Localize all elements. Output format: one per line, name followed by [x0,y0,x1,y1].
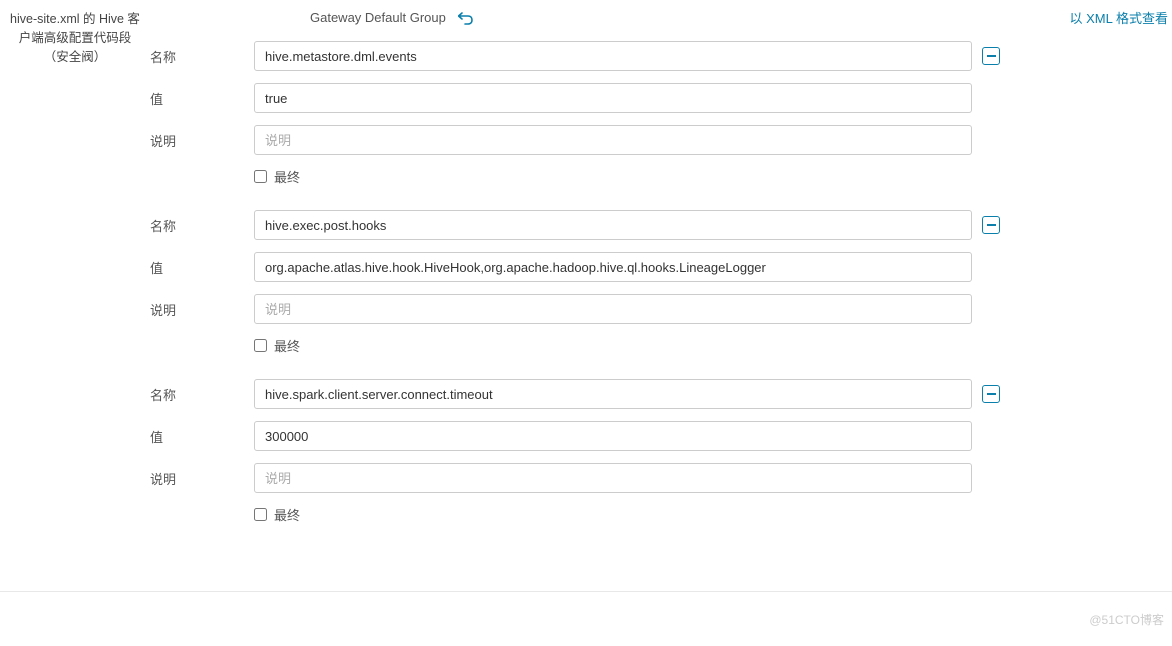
desc-label: 说明 [150,300,254,319]
final-label: 最终 [274,336,300,355]
remove-icon[interactable] [982,385,1000,403]
final-checkbox[interactable] [254,339,267,352]
group-name: Gateway Default Group [310,10,446,25]
value-label: 值 [150,427,254,446]
config-title-line2: （安全阀） [44,50,107,64]
name-input[interactable] [254,41,972,71]
desc-input[interactable] [254,125,972,155]
name-input[interactable] [254,210,972,240]
value-label: 值 [150,89,254,108]
watermark: @51CTO博客 [1089,611,1164,628]
property-block: 名称 值 说明 最终 [150,210,1172,355]
page-container: hive-site.xml 的 Hive 客户端高级配置代码段 （安全阀） Ga… [0,0,1172,568]
view-as-xml-link[interactable]: 以 XML 格式查看 [1070,8,1168,27]
remove-icon[interactable] [982,216,1000,234]
desc-input[interactable] [254,463,972,493]
remove-icon[interactable] [982,47,1000,65]
name-label: 名称 [150,216,254,235]
property-block: 名称 值 说明 最终 [150,41,1172,186]
name-input[interactable] [254,379,972,409]
desc-label: 说明 [150,469,254,488]
final-checkbox[interactable] [254,508,267,521]
value-input[interactable] [254,252,972,282]
name-label: 名称 [150,47,254,66]
final-checkbox[interactable] [254,170,267,183]
main-content: Gateway Default Group 以 XML 格式查看 名称 值 说明 [150,0,1172,568]
divider [0,591,1172,592]
name-label: 名称 [150,385,254,404]
header-row: Gateway Default Group 以 XML 格式查看 [0,8,1172,27]
value-input[interactable] [254,421,972,451]
value-label: 值 [150,258,254,277]
desc-input[interactable] [254,294,972,324]
final-label: 最终 [274,505,300,524]
value-input[interactable] [254,83,972,113]
desc-label: 说明 [150,131,254,150]
sidebar: hive-site.xml 的 Hive 客户端高级配置代码段 （安全阀） [0,0,150,568]
property-block: 名称 值 说明 最终 [150,379,1172,524]
undo-icon[interactable] [458,11,474,25]
final-label: 最终 [274,167,300,186]
